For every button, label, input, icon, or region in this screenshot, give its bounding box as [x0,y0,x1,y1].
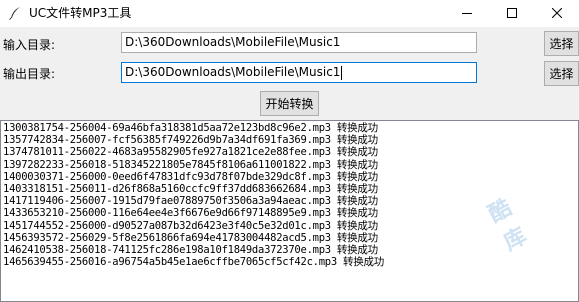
input-dir-field[interactable]: D:\360Downloads\MobileFile\Music1 [121,32,477,53]
output-dir-value: D:\360Downloads\MobileFile\Music1 [125,65,341,79]
select-input-button[interactable]: 选择 [544,31,579,56]
log-textbox[interactable]: 1300381754-256004-69a46bfa318381d5aa72e1… [0,120,579,302]
close-button[interactable] [534,0,579,27]
output-dir-field[interactable]: D:\360Downloads\MobileFile\Music1 [121,62,477,83]
client-area: 输入目录: D:\360Downloads\MobileFile\Music1 … [0,27,579,302]
log-line: 1400030371-256000-0eed6f47831dfc93d78f07… [3,170,378,183]
maximize-icon [506,7,517,21]
log-line: 1462410538-256018-741125fc286e198a10f184… [3,244,378,257]
input-dir-label: 输入目录: [3,38,56,52]
maximize-button[interactable] [489,0,534,27]
minimize-button[interactable] [444,0,489,27]
log-line: 1397282233-256018-518345221805e7845f8106… [3,158,378,171]
log-line: 1456393572-256029-5f8e2561866fa694e41783… [3,231,378,244]
minimize-icon [461,7,472,21]
log-line: 1374781011-256022-4683a95582905fe927a182… [3,146,378,159]
output-dir-label: 输出目录: [3,67,56,81]
text-caret [341,65,343,80]
feather-icon [8,6,22,20]
title-bar[interactable]: UC文件转MP3工具 [0,0,579,27]
log-line: 1357742834-256007-fcf56385f749226d9b7a34… [3,134,378,147]
log-line: 1300381754-256004-69a46bfa318381d5aa72e1… [3,122,378,134]
select-output-button[interactable]: 选择 [544,61,579,86]
log-line: 1451744552-256000-d90527a087b32d6423e3f4… [3,219,378,232]
log-line: 1417119406-256007-1915d79fae07889750f350… [3,195,378,208]
close-icon [551,7,562,21]
log-line: 1465639455-256016-a96754a5b45e1ae6cffbe7… [3,256,385,269]
start-convert-button[interactable]: 开始转换 [260,91,319,116]
input-dir-value: D:\360Downloads\MobileFile\Music1 [125,35,341,49]
window-title: UC文件转MP3工具 [29,6,132,20]
log-line: 1403318151-256011-d26f868a5160ccfc9ff37d… [3,183,378,196]
log-line: 1433653210-256000-116e64ee4e3f6676e9d66f… [3,207,378,220]
